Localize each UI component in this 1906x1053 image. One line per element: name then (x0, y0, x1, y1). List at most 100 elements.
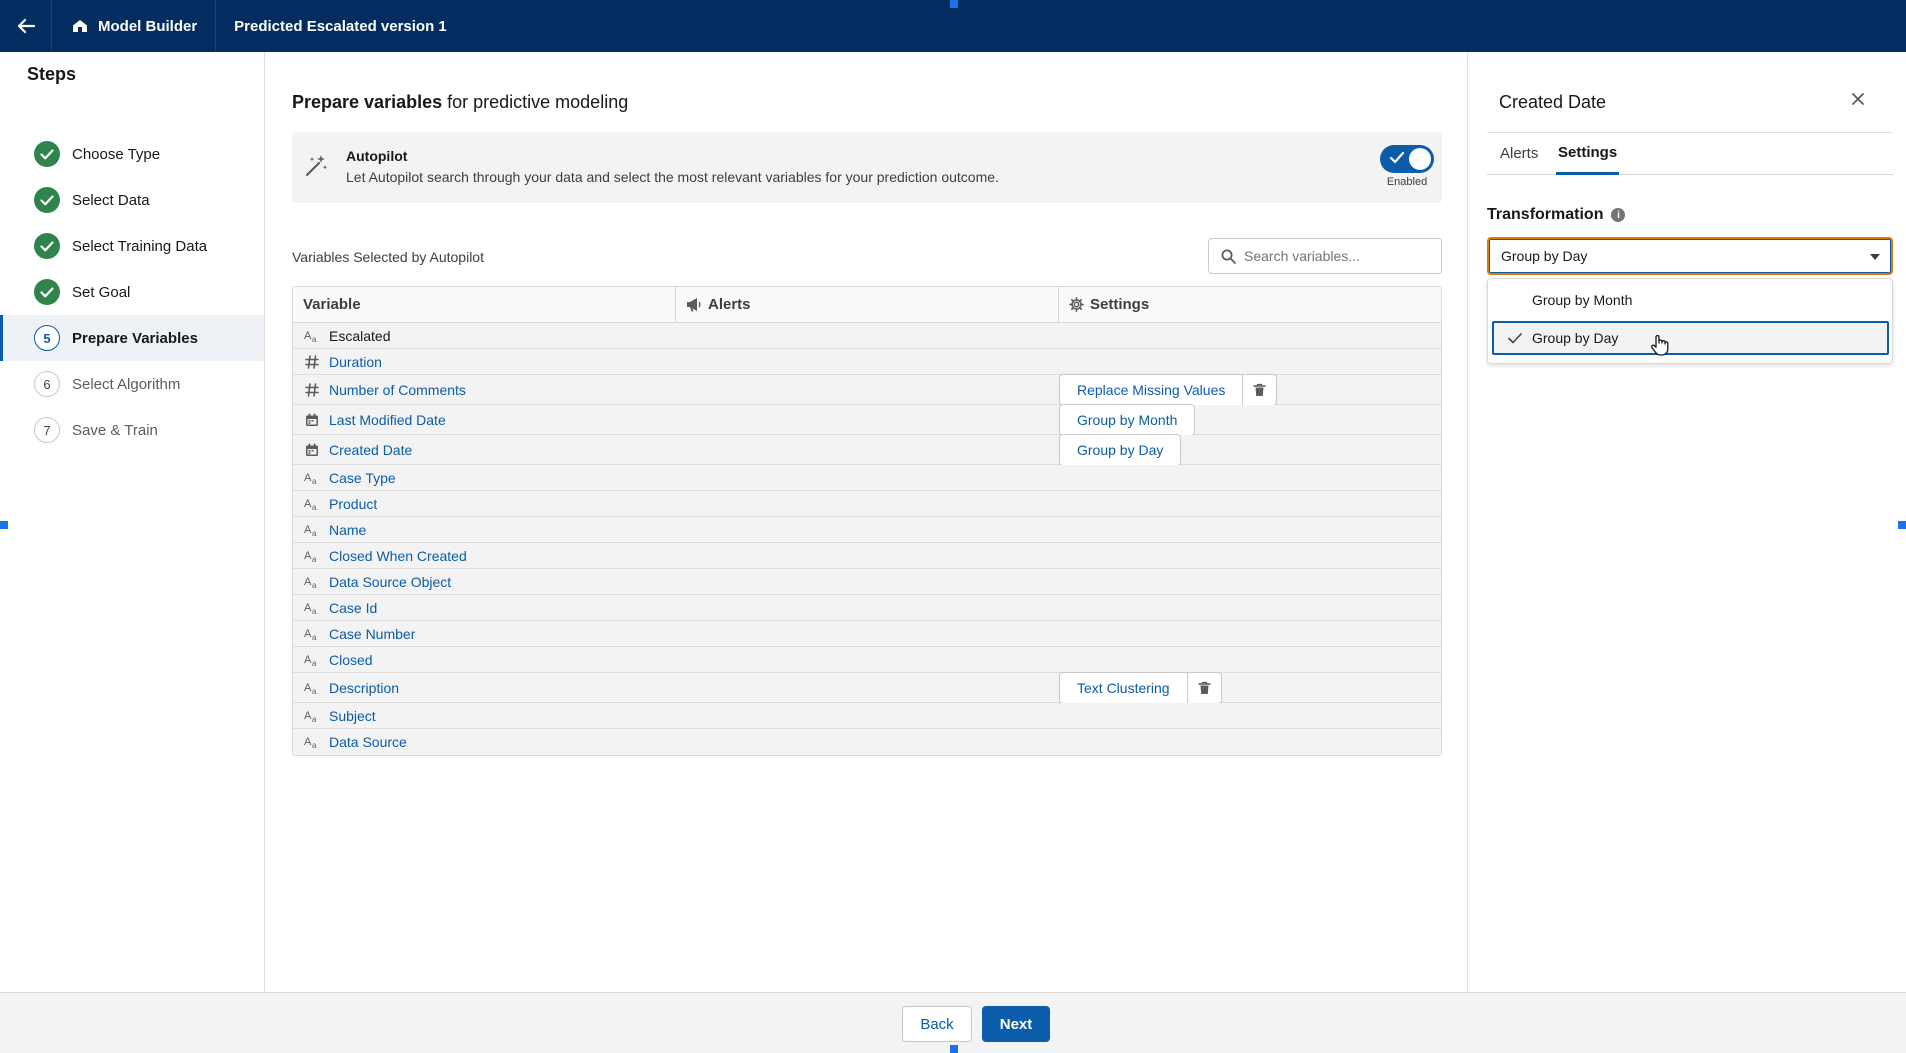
step-item[interactable]: Set Goal (0, 269, 264, 315)
variable-name[interactable]: Case Id (329, 600, 377, 616)
back-arrow-button[interactable] (0, 0, 52, 52)
back-button[interactable]: Back (902, 1006, 972, 1042)
transformation-select[interactable]: Group by Day (1487, 237, 1893, 275)
svg-text:A: A (304, 330, 312, 342)
svg-text:A: A (304, 576, 312, 588)
column-header-alerts[interactable]: Alerts (676, 287, 1059, 322)
svg-text:A: A (304, 628, 312, 640)
step-item[interactable]: 7 Save & Train (0, 407, 264, 453)
variable-name[interactable]: Description (329, 680, 399, 696)
table-row: Created Date Group by Day (293, 433, 1441, 466)
svg-text:a: a (312, 633, 317, 641)
variable-name[interactable]: Created Date (329, 442, 412, 458)
magic-wand-icon (304, 152, 330, 182)
tab-settings[interactable]: Settings (1556, 132, 1620, 175)
variable-name[interactable]: Product (329, 496, 377, 512)
model-builder-icon (73, 20, 87, 32)
panel-tabs: Alerts Settings (1487, 132, 1893, 175)
chevron-down-icon (1870, 254, 1880, 260)
hand-cursor-icon (1651, 334, 1669, 356)
tab-alerts[interactable]: Alerts (1500, 132, 1538, 175)
step-item[interactable]: 5 Prepare Variables (0, 315, 264, 361)
step-item[interactable]: 6 Select Algorithm (0, 361, 264, 407)
variable-name[interactable]: Case Type (329, 470, 396, 486)
svg-text:a: a (312, 581, 317, 589)
settings-cell: Group by Day (1059, 433, 1182, 466)
variable-name[interactable]: Name (329, 522, 366, 538)
variables-table: Variable Alerts Settings Aa Escalated Dura… (292, 286, 1442, 756)
step-item[interactable]: Choose Type (0, 131, 264, 177)
option-group-by-month[interactable]: Group by Month (1492, 283, 1889, 317)
variable-cell: Aa Product (293, 496, 1059, 512)
transformation-button[interactable]: Text Clustering (1059, 671, 1188, 704)
transformation-button[interactable]: Group by Day (1059, 433, 1182, 466)
transformation-button[interactable]: Replace Missing Values (1059, 373, 1244, 406)
step-item[interactable]: Select Data (0, 177, 264, 223)
text-type-icon: Aa (304, 736, 317, 749)
autopilot-toggle[interactable] (1380, 145, 1434, 173)
variable-name[interactable]: Case Number (329, 626, 415, 642)
option-group-by-day[interactable]: Group by Day (1492, 321, 1889, 355)
step-item[interactable]: Select Training Data (0, 223, 264, 269)
settings-cell: Text Clustering (1059, 671, 1222, 704)
table-header: Variable Alerts Settings (293, 287, 1441, 323)
svg-text:a: a (312, 335, 317, 343)
column-header-settings[interactable]: Settings (1059, 287, 1441, 322)
table-row: Aa Escalated (293, 323, 1441, 349)
check-icon (1389, 151, 1405, 164)
delete-button[interactable] (1187, 671, 1222, 704)
variable-name[interactable]: Subject (329, 708, 376, 724)
variable-name[interactable]: Closed (329, 652, 373, 668)
column-header-variable[interactable]: Variable (293, 287, 676, 322)
close-button[interactable] (1851, 92, 1865, 110)
text-type-icon: Aa (304, 576, 317, 589)
trash-icon (1197, 681, 1211, 694)
variable-cell: Aa Case Type (293, 470, 1059, 486)
next-button[interactable]: Next (982, 1006, 1050, 1042)
text-type-icon: Aa (304, 628, 317, 641)
svg-text:A: A (304, 602, 312, 614)
variable-cell: Aa Data Source (293, 734, 1059, 750)
variable-name[interactable]: Data Source (329, 734, 407, 750)
svg-text:a: a (312, 529, 317, 537)
variable-name[interactable]: Number of Comments (329, 382, 466, 398)
delete-button[interactable] (1243, 373, 1278, 406)
search-box[interactable] (1208, 238, 1442, 274)
steps-sidebar: Steps Choose Type Select Data Select Train… (0, 52, 265, 992)
table-row: Aa Name (293, 517, 1441, 543)
table-row: Aa Closed When Created (293, 543, 1441, 569)
variable-cell: Created Date (293, 442, 1059, 458)
app-name[interactable]: Model Builder (52, 0, 217, 52)
table-row: Aa Subject (293, 703, 1441, 729)
variable-name[interactable]: Duration (329, 354, 382, 370)
variable-cell: Aa Data Source Object (293, 574, 1059, 590)
variable-name[interactable]: Data Source Object (329, 574, 451, 590)
text-type-icon: Aa (304, 550, 317, 563)
check-circle-icon (34, 233, 60, 259)
selection-handle (950, 1045, 958, 1053)
table-row: Duration (293, 349, 1441, 375)
text-type-icon: Aa (304, 498, 317, 511)
search-input[interactable] (1244, 248, 1424, 264)
svg-text:a: a (312, 687, 317, 695)
autopilot-card: Autopilot Let Autopilot search through y… (292, 132, 1442, 203)
info-icon[interactable]: i (1611, 208, 1626, 222)
text-type-icon: Aa (304, 472, 317, 485)
step-label: Set Goal (72, 283, 131, 301)
transformation-button[interactable]: Group by Month (1059, 403, 1196, 436)
svg-text:A: A (304, 524, 312, 536)
svg-text:A: A (304, 498, 312, 510)
variable-cell: Aa Closed When Created (293, 548, 1059, 564)
megaphone-icon (687, 298, 701, 312)
variable-name[interactable]: Closed When Created (329, 548, 467, 564)
variable-name[interactable]: Last Modified Date (329, 412, 446, 428)
app-name-label: Model Builder (98, 17, 198, 35)
svg-text:A: A (304, 682, 312, 694)
table-row: Aa Description Text Clustering (293, 671, 1441, 704)
svg-text:A: A (304, 736, 312, 748)
gear-icon (1069, 297, 1084, 312)
step-label: Choose Type (72, 145, 161, 163)
variable-name: Escalated (329, 327, 391, 344)
step-number: 5 (34, 325, 60, 351)
svg-text:A: A (304, 710, 312, 722)
